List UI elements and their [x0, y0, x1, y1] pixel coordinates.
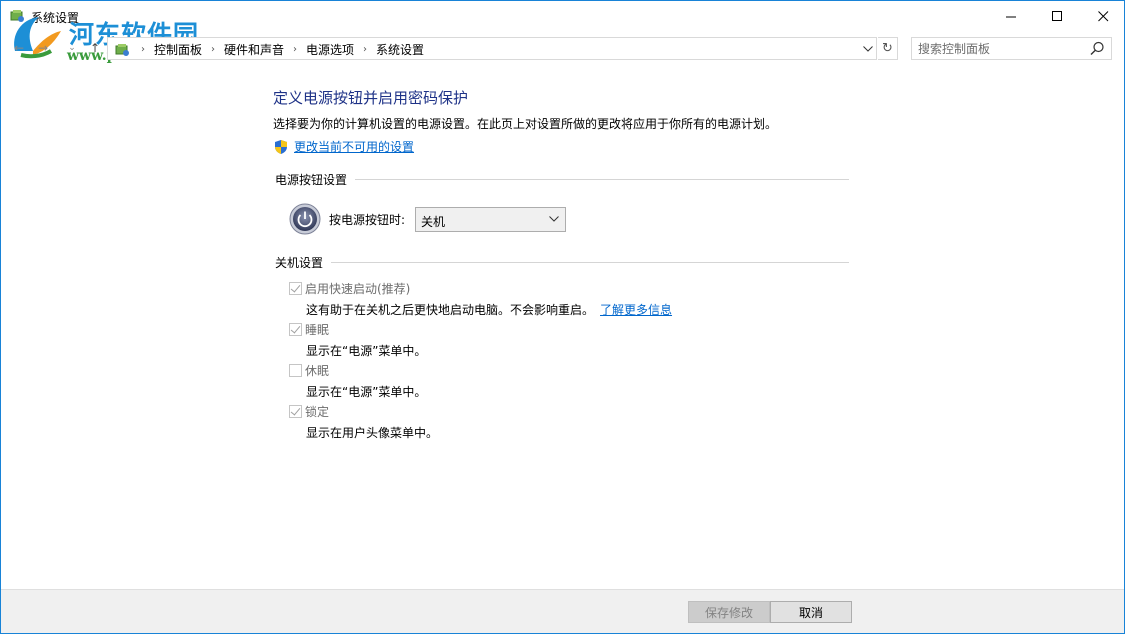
back-arrow-icon: ← [13, 41, 25, 55]
close-button[interactable] [1080, 1, 1125, 32]
up-button[interactable]: ↑ [87, 39, 103, 57]
minimize-button[interactable] [988, 1, 1034, 32]
breadcrumb: › 控制面板 › 硬件和声音 › 电源选项 › 系统设置 [132, 41, 424, 58]
breadcrumb-separator: › [293, 44, 298, 55]
power-icon [289, 203, 321, 235]
learn-more-link[interactable]: 了解更多信息 [600, 301, 672, 318]
page-title: 定义电源按钮并启用密码保护 [273, 89, 469, 107]
sleep-label: 睡眠 [305, 323, 330, 337]
lock-checkbox[interactable] [289, 405, 302, 418]
power-button-setting-row: 按电源按钮时: 关机 [289, 203, 567, 235]
uac-shield-icon [275, 139, 287, 154]
shutdown-group-label: 关机设置 [275, 256, 324, 270]
lock-label: 锁定 [305, 405, 330, 419]
power-button-action-select[interactable]: 关机 [415, 206, 567, 232]
search-box[interactable] [911, 37, 1112, 60]
fast-startup-checkbox[interactable] [289, 282, 302, 295]
sleep-description: 显示在“电源”菜单中。 [306, 344, 427, 358]
option-fast-startup: 启用快速启动(推荐) 这有助于在关机之后更快地启动电脑。不会影响重启。 了解更多… [289, 280, 672, 318]
group-divider [331, 262, 849, 263]
forward-button[interactable]: → [35, 39, 51, 57]
save-changes-button[interactable]: 保存修改 [688, 601, 770, 623]
page-description: 选择要为你的计算机设置的电源设置。在此页上对设置所做的更改将应用于你所有的电源计… [273, 117, 778, 131]
fast-startup-description: 这有助于在关机之后更快地启动电脑。不会影响重启。 [306, 303, 595, 317]
breadcrumb-separator: › [141, 44, 145, 55]
power-button-group-header: 电源按钮设置 [275, 171, 849, 188]
address-bar[interactable]: › 控制面板 › 硬件和声音 › 电源选项 › 系统设置 [107, 37, 877, 60]
option-sleep: 睡眠 显示在“电源”菜单中。 [289, 321, 426, 359]
search-input[interactable] [918, 40, 1083, 58]
forward-arrow-icon: → [37, 41, 49, 55]
option-hibernate: 休眠 显示在“电源”菜单中。 [289, 362, 426, 400]
change-settings-row: 更改当前不可用的设置 [273, 138, 414, 155]
search-icon[interactable] [1090, 41, 1105, 56]
hibernate-description: 显示在“电源”菜单中。 [306, 385, 427, 399]
address-dropdown-button[interactable] [860, 41, 876, 57]
breadcrumb-separator: › [363, 44, 368, 55]
back-button[interactable]: ← [11, 39, 27, 57]
option-lock: 锁定 显示在用户头像菜单中。 [289, 403, 438, 441]
minimize-icon [1005, 16, 1016, 18]
power-button-group-label: 电源按钮设置 [275, 173, 348, 187]
hibernate-label: 休眠 [305, 364, 330, 378]
up-arrow-icon: ↑ [89, 41, 101, 55]
refresh-button[interactable]: ↻ [878, 37, 898, 60]
power-button-label: 按电源按钮时: [329, 212, 406, 227]
lock-description: 显示在用户头像菜单中。 [306, 426, 439, 440]
breadcrumb-hardware-sound[interactable]: 硬件和声音 [224, 41, 284, 58]
navigation-bar: ← → ⌄ ↑ › 控制面板 › 硬件和声音 › 电源选项 › 系统设置 ↻ 搜… [1, 35, 1124, 61]
chevron-down-icon: ⌄ [68, 43, 76, 53]
close-icon [1097, 11, 1108, 22]
control-panel-icon [115, 44, 129, 56]
breadcrumb-separator: › [211, 44, 216, 55]
change-unavailable-settings-link[interactable]: 更改当前不可用的设置 [294, 138, 414, 155]
cancel-button[interactable]: 取消 [770, 601, 852, 623]
refresh-icon: ↻ [882, 41, 893, 56]
power-button-action-value: 关机 [421, 214, 446, 229]
breadcrumb-system-settings[interactable]: 系统设置 [376, 41, 424, 58]
chevron-down-icon [548, 212, 560, 226]
system-settings-window: 系统设置 河东软件园 www.pc0359.cn ← → ⌄ [0, 0, 1125, 634]
breadcrumb-control-panel[interactable]: 控制面板 [154, 41, 202, 58]
maximize-button[interactable] [1034, 1, 1080, 32]
hibernate-checkbox[interactable] [289, 364, 302, 377]
fast-startup-label: 启用快速启动(推荐) [305, 282, 411, 296]
maximize-icon [1051, 11, 1062, 21]
recent-locations-button[interactable]: ⌄ [65, 39, 79, 57]
sleep-checkbox[interactable] [289, 323, 302, 336]
shutdown-group-header: 关机设置 [275, 254, 849, 271]
chevron-down-icon [863, 46, 873, 52]
footer-bar: 保存修改 取消 [1, 589, 1124, 633]
breadcrumb-power-options[interactable]: 电源选项 [306, 41, 354, 58]
group-divider [355, 179, 849, 180]
